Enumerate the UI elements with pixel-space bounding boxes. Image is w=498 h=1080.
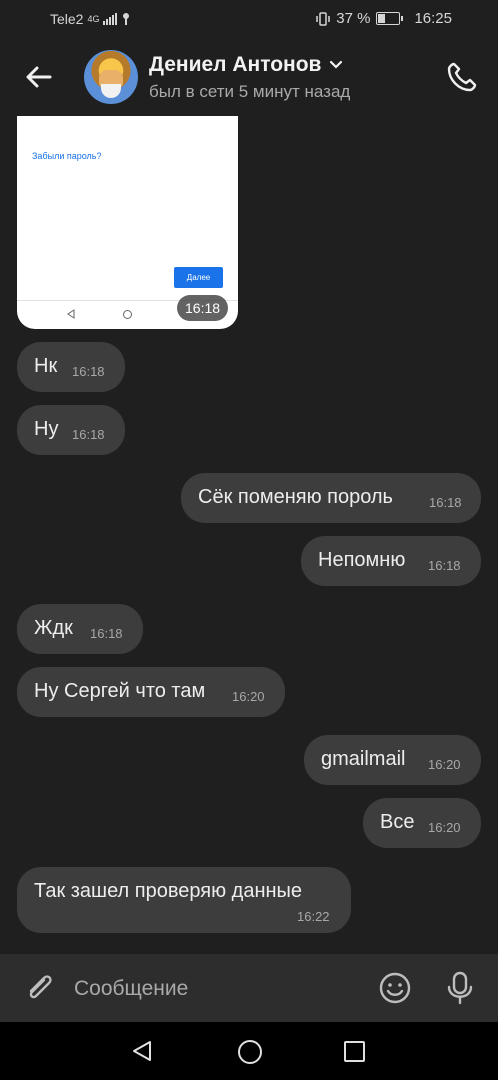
battery-icon bbox=[376, 12, 404, 25]
image-button-text: Далее bbox=[174, 267, 223, 288]
message-time: 16:18 bbox=[72, 364, 105, 379]
microphone-icon[interactable] bbox=[443, 970, 477, 1006]
phone-icon[interactable] bbox=[445, 60, 479, 94]
image-time: 16:18 bbox=[177, 295, 229, 321]
message-time: 16:22 bbox=[297, 909, 330, 924]
message-list[interactable]: Забыли пароль? Далее 16:18 Нк 16:18 Ну 1… bbox=[0, 116, 498, 954]
message-bubble[interactable]: Так зашел проверяю данные 16:22 bbox=[17, 867, 351, 933]
message-text: gmailmail bbox=[321, 748, 406, 770]
message-input[interactable] bbox=[72, 966, 366, 1012]
message-bubble[interactable]: gmailmail 16:20 bbox=[304, 735, 481, 785]
message-text: Ну Сергей что там bbox=[34, 680, 206, 702]
contact-name-row[interactable]: Дениел Антонов bbox=[149, 53, 343, 77]
system-nav-bar bbox=[0, 1022, 498, 1080]
message-time: 16:20 bbox=[428, 820, 461, 835]
carrier-name: Tele2 bbox=[50, 11, 84, 27]
message-bubble[interactable]: Ну Сергей что там 16:20 bbox=[17, 667, 285, 717]
attach-icon[interactable] bbox=[22, 971, 56, 1005]
message-time: 16:20 bbox=[428, 757, 461, 772]
emoji-icon[interactable] bbox=[378, 971, 412, 1005]
avatar[interactable] bbox=[84, 50, 138, 104]
message-bubble[interactable]: Ждк 16:18 bbox=[17, 604, 143, 654]
image-link-text: Забыли пароль? bbox=[32, 151, 102, 161]
message-bubble[interactable]: Сёк поменяю пороль 16:18 bbox=[181, 473, 481, 523]
image-message[interactable]: Забыли пароль? Далее 16:18 bbox=[17, 116, 238, 329]
composer-bar bbox=[0, 954, 498, 1022]
back-arrow-icon[interactable] bbox=[22, 60, 56, 94]
network-type: 4G bbox=[87, 13, 100, 24]
message-text: Нк bbox=[34, 355, 58, 377]
message-text: Сёк поменяю пороль bbox=[198, 486, 393, 508]
status-left: Tele2 4G bbox=[50, 11, 131, 27]
chevron-down-icon bbox=[330, 60, 343, 69]
image-home-icon bbox=[123, 310, 132, 319]
message-text: Непомню bbox=[318, 549, 406, 571]
message-bubble[interactable]: Непомню 16:18 bbox=[301, 536, 481, 586]
contact-status: был в сети 5 минут назад bbox=[149, 82, 351, 101]
message-bubble[interactable]: Нк 16:18 bbox=[17, 342, 125, 392]
image-back-icon bbox=[67, 309, 75, 319]
message-time: 16:20 bbox=[232, 689, 265, 704]
nav-home-icon[interactable] bbox=[238, 1040, 262, 1064]
signal-icon bbox=[103, 13, 118, 25]
battery-percent: 37 % bbox=[336, 10, 371, 27]
message-time: 16:18 bbox=[90, 626, 123, 641]
contact-name: Дениел Антонов bbox=[149, 53, 322, 76]
message-text: Ждк bbox=[34, 617, 73, 639]
message-text: Все bbox=[380, 811, 415, 833]
status-bar: Tele2 4G 37 % 16:25 bbox=[0, 0, 498, 38]
message-text: Ну bbox=[34, 418, 59, 440]
message-time: 16:18 bbox=[429, 495, 462, 510]
clock: 16:25 bbox=[414, 10, 452, 27]
message-bubble[interactable]: Все 16:20 bbox=[363, 798, 481, 848]
message-text: Так зашел проверяю данные bbox=[34, 880, 303, 902]
nav-back-icon[interactable] bbox=[131, 1040, 153, 1062]
nav-recents-icon[interactable] bbox=[344, 1041, 365, 1062]
message-time: 16:18 bbox=[428, 558, 461, 573]
message-bubble[interactable]: Ну 16:18 bbox=[17, 405, 125, 455]
status-right: 37 % 16:25 bbox=[316, 10, 452, 27]
vibrate-icon bbox=[316, 11, 330, 26]
key-icon bbox=[123, 13, 130, 25]
avatar-beard bbox=[101, 84, 121, 98]
chat-header: Дениел Антонов был в сети 5 минут назад bbox=[0, 38, 498, 116]
message-time: 16:18 bbox=[72, 427, 105, 442]
